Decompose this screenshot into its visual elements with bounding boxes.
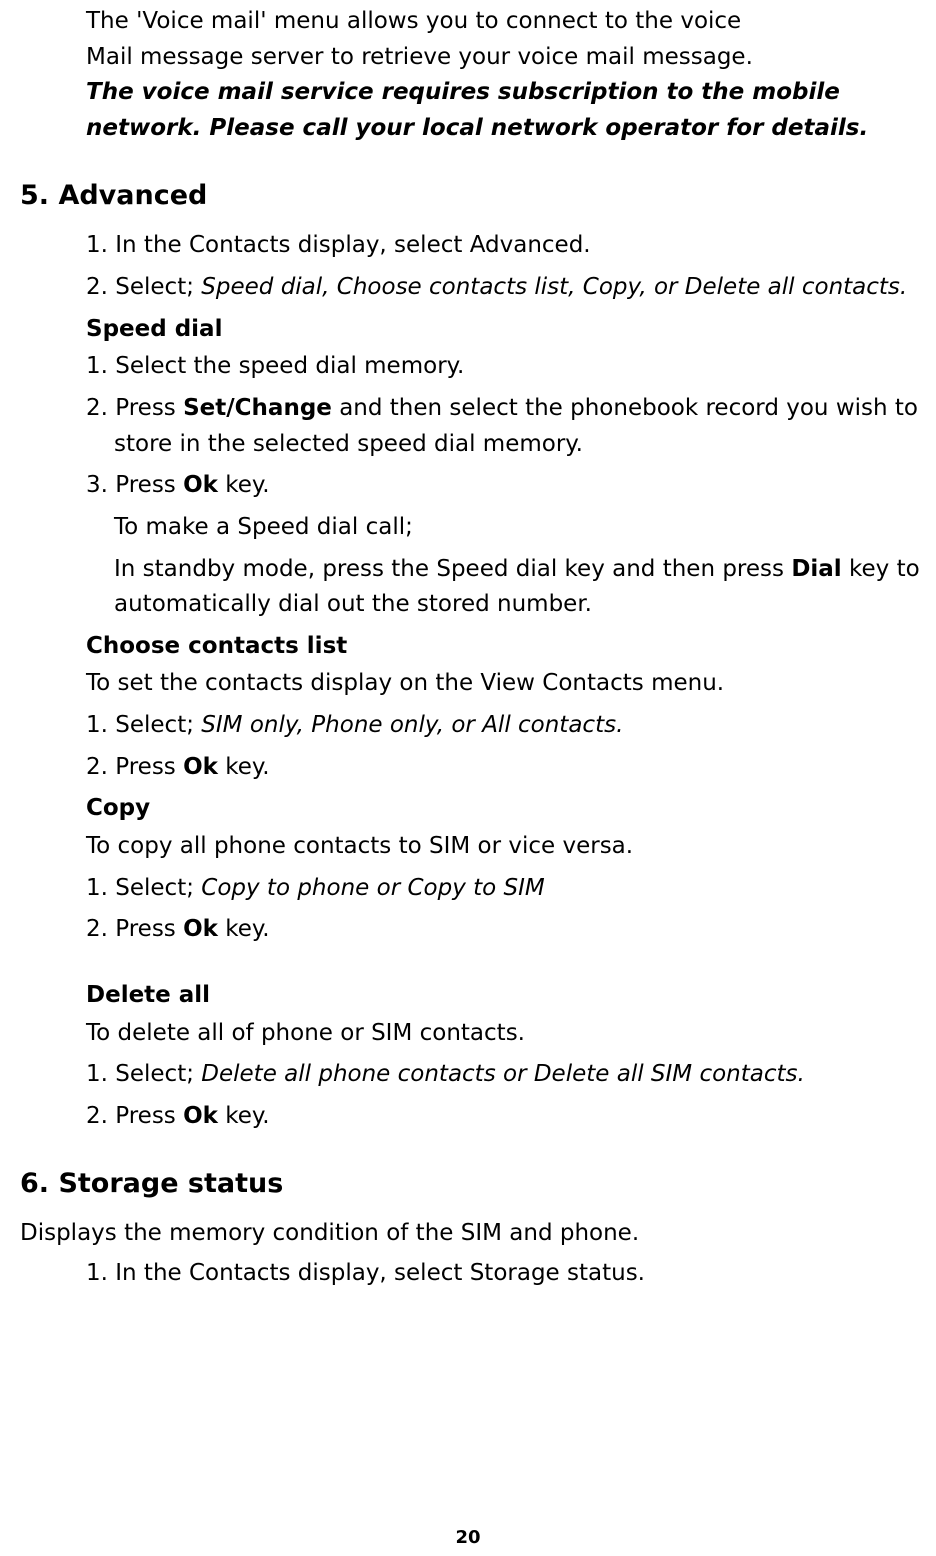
text-run: 2. Press bbox=[86, 754, 183, 780]
text-run: key. bbox=[218, 916, 270, 942]
text-bold: Ok bbox=[183, 754, 218, 780]
subheading-delete-all: Delete all bbox=[86, 978, 926, 1014]
text-line: Mail message server to retrieve your voi… bbox=[86, 44, 753, 70]
text-bold: Ok bbox=[183, 916, 218, 942]
list-item: 2. Press Ok key. bbox=[86, 912, 926, 948]
text-italic: SIM only, Phone only, or All contacts. bbox=[201, 712, 623, 738]
emphasis-line: The voice mail service requires subscrip… bbox=[86, 79, 840, 105]
text-run: 2. Select; bbox=[86, 274, 201, 300]
list-item: 1. Select the speed dial memory. bbox=[86, 349, 926, 385]
list-item: 1. Select; SIM only, Phone only, or All … bbox=[86, 708, 926, 744]
page-number: 20 bbox=[0, 1524, 936, 1552]
description-line: To copy all phone contacts to SIM or vic… bbox=[86, 829, 926, 865]
text-run: In standby mode, press the Speed dial ke… bbox=[114, 556, 791, 582]
description-line: To delete all of phone or SIM contacts. bbox=[86, 1016, 926, 1052]
spacer bbox=[86, 954, 926, 972]
emphasis-line: network. Please call your local network … bbox=[86, 115, 868, 141]
text-italic: Speed dial, Choose contacts list, Copy, … bbox=[201, 274, 907, 300]
heading-advanced: 5. Advanced bbox=[20, 175, 926, 217]
text-run: 1. Select; bbox=[86, 875, 201, 901]
text-run: 3. Press bbox=[86, 472, 183, 498]
list-item: 1. Select; Copy to phone or Copy to SIM bbox=[86, 871, 926, 907]
text-run: key. bbox=[218, 1103, 270, 1129]
tip-line: In standby mode, press the Speed dial ke… bbox=[86, 552, 926, 623]
heading-storage-status: 6. Storage status bbox=[20, 1163, 926, 1205]
intro-paragraph: The 'Voice mail' menu allows you to conn… bbox=[86, 4, 926, 147]
text-run: 2. Press bbox=[86, 395, 183, 421]
list-item: 1. Select; Delete all phone contacts or … bbox=[86, 1057, 926, 1093]
tip-line: To make a Speed dial call; bbox=[86, 510, 926, 546]
text-bold: Dial bbox=[791, 556, 841, 582]
text-line: The 'Voice mail' menu allows you to conn… bbox=[86, 8, 741, 34]
list-item: 2. Press Set/Change and then select the … bbox=[86, 391, 926, 462]
content-block: The 'Voice mail' menu allows you to conn… bbox=[0, 0, 936, 1292]
subheading-speed-dial: Speed dial bbox=[86, 312, 926, 348]
page: The 'Voice mail' menu allows you to conn… bbox=[0, 0, 936, 1556]
list-item: 1. In the Contacts display, select Stora… bbox=[86, 1256, 926, 1292]
text-run: key. bbox=[218, 754, 270, 780]
text-bold: Ok bbox=[183, 472, 218, 498]
text-run: 2. Press bbox=[86, 1103, 183, 1129]
text-run: 1. Select; bbox=[86, 1061, 201, 1087]
list-item: 1. In the Contacts display, select Advan… bbox=[86, 228, 926, 264]
text-run: 2. Press bbox=[86, 916, 183, 942]
list-item: 3. Press Ok key. bbox=[86, 468, 926, 504]
text-italic: Copy to phone or Copy to SIM bbox=[201, 875, 544, 901]
text-italic: Delete all phone contacts or Delete all … bbox=[201, 1061, 805, 1087]
text-run: key. bbox=[218, 472, 270, 498]
description-line: To set the contacts display on the View … bbox=[86, 666, 926, 702]
list-item: 2. Press Ok key. bbox=[86, 750, 926, 786]
list-item: 2. Select; Speed dial, Choose contacts l… bbox=[86, 270, 926, 306]
subheading-copy: Copy bbox=[86, 791, 926, 827]
text-bold: Ok bbox=[183, 1103, 218, 1129]
text-bold: Set/Change bbox=[183, 395, 332, 421]
description-line: Displays the memory condition of the SIM… bbox=[20, 1216, 926, 1252]
subheading-choose-contacts: Choose contacts list bbox=[86, 629, 926, 665]
text-run: 1. Select; bbox=[86, 712, 201, 738]
list-item: 2. Press Ok key. bbox=[86, 1099, 926, 1135]
